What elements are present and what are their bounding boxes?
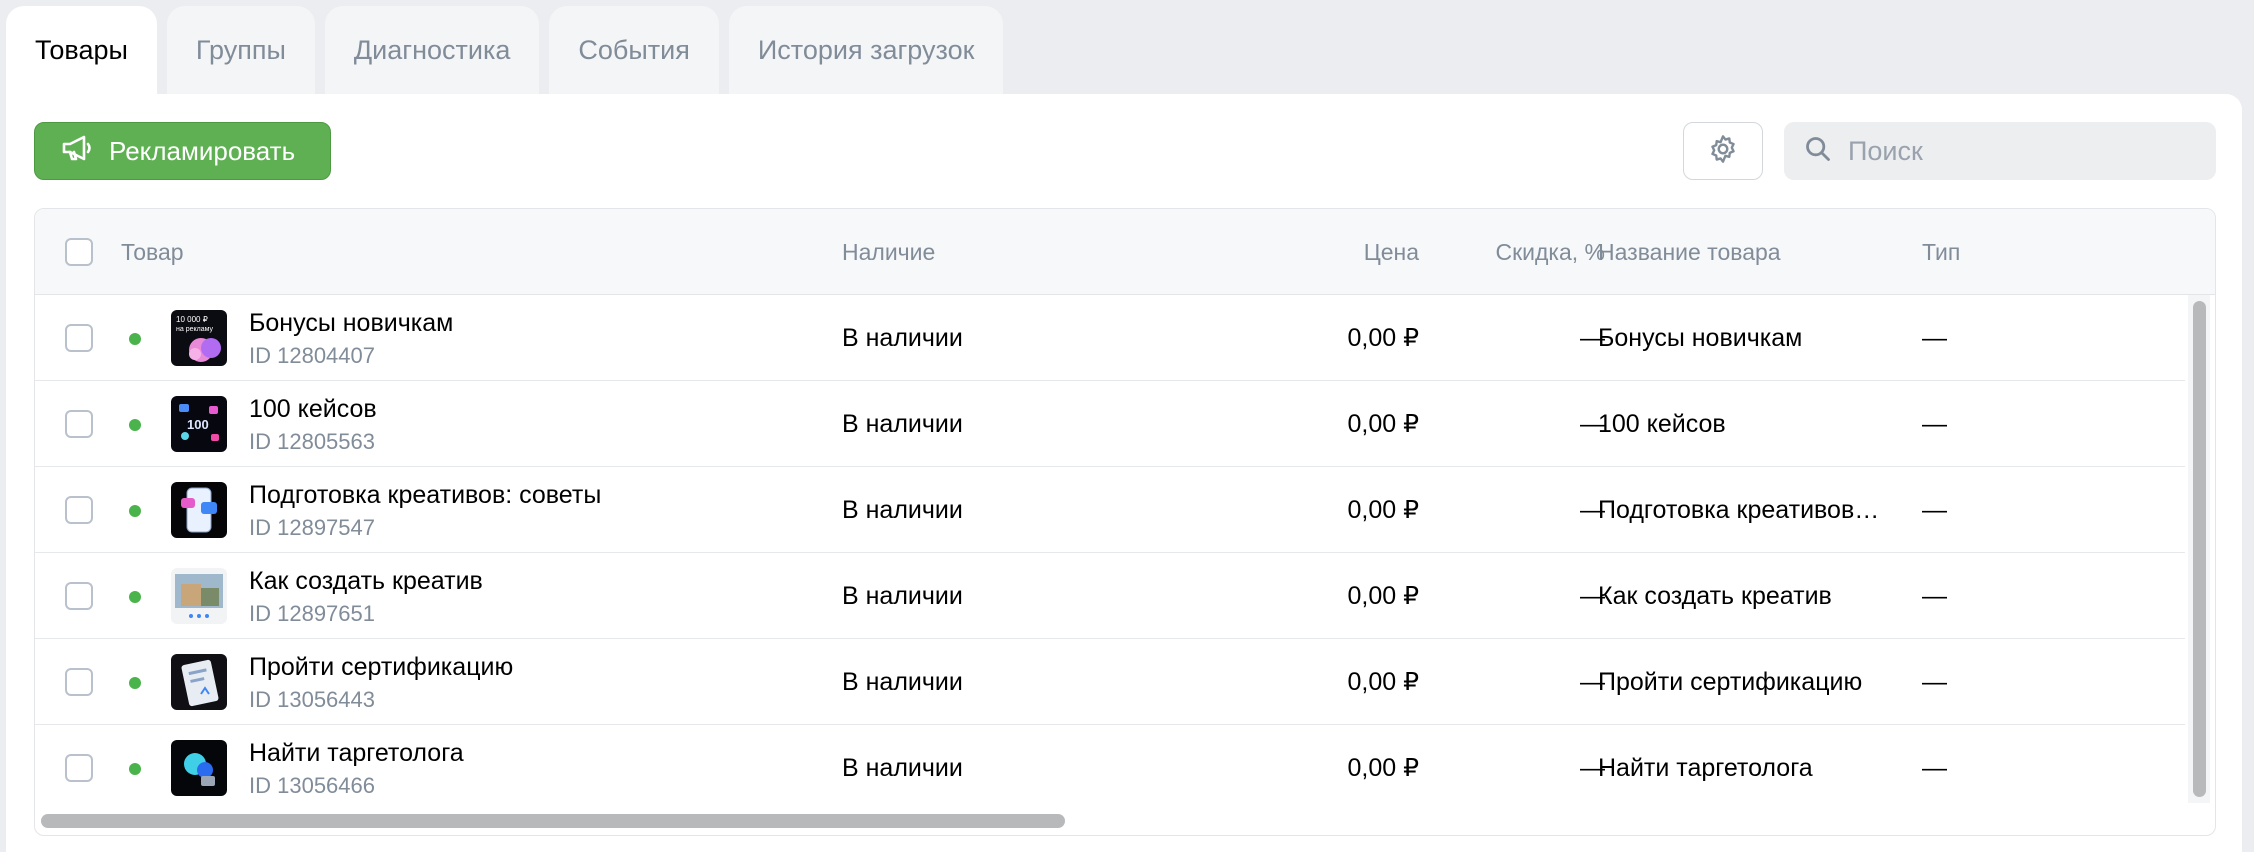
row-checkbox[interactable] xyxy=(65,754,93,782)
products-panel: Рекламировать Товар Наличие Цена Скидка,… xyxy=(6,94,2242,852)
availability-cell: В наличии xyxy=(842,409,963,438)
product-id: ID 13056443 xyxy=(249,687,375,712)
status-dot xyxy=(129,591,141,603)
product-name-cell: 100 кейсов xyxy=(1598,409,1726,438)
status-dot xyxy=(129,333,141,345)
horizontal-scrollbar-thumb[interactable] xyxy=(41,814,1065,828)
select-all-checkbox[interactable] xyxy=(65,238,93,266)
product-name[interactable]: Бонусы новичкам xyxy=(249,309,453,338)
promote-button[interactable]: Рекламировать xyxy=(34,122,331,180)
availability-cell: В наличии xyxy=(842,667,963,696)
vertical-scrollbar-thumb[interactable] xyxy=(2193,301,2206,797)
product-name-cell: Как создать креатив xyxy=(1598,581,1832,610)
row-checkbox[interactable] xyxy=(65,410,93,438)
product-name-cell: Найти таргетолога xyxy=(1598,753,1813,782)
product-thumbnail xyxy=(171,568,227,624)
product-id: ID 12804407 xyxy=(249,343,375,368)
discount-cell: — xyxy=(1580,495,1605,524)
row-checkbox[interactable] xyxy=(65,496,93,524)
search-input[interactable] xyxy=(1848,135,2188,167)
product-id: ID 12805563 xyxy=(249,429,375,454)
column-product-name[interactable]: Название товара xyxy=(1598,209,1781,295)
product-thumbnail: 100 xyxy=(171,396,227,452)
type-cell: — xyxy=(1922,581,1947,610)
product-thumbnail xyxy=(171,482,227,538)
column-product[interactable]: Товар xyxy=(121,209,184,295)
tab-diagnostics[interactable]: Диагностика xyxy=(324,6,540,94)
discount-cell: — xyxy=(1580,753,1605,782)
table-row[interactable]: Как создать креатив ID 12897651 В наличи… xyxy=(35,553,2185,639)
product-id: ID 12897651 xyxy=(249,601,375,626)
search-box xyxy=(1784,122,2216,180)
discount-cell: — xyxy=(1580,323,1605,352)
column-price[interactable]: Цена xyxy=(1135,209,1419,295)
product-name[interactable]: Подготовка креативов: советы xyxy=(249,481,601,510)
table-row[interactable]: 10 000 ₽ на рекламу Бонусы новичкам ID 1… xyxy=(35,295,2185,381)
price-cell: 0,00 ₽ xyxy=(1347,582,1419,610)
column-type[interactable]: Тип xyxy=(1922,209,1960,295)
product-name[interactable]: Найти таргетолога xyxy=(249,739,464,768)
table-row[interactable]: Подготовка креативов: советы ID 12897547… xyxy=(35,467,2185,553)
price-cell: 0,00 ₽ xyxy=(1347,668,1419,696)
availability-cell: В наличии xyxy=(842,323,963,352)
price-cell: 0,00 ₽ xyxy=(1347,754,1419,782)
price-cell: 0,00 ₽ xyxy=(1347,496,1419,524)
product-thumbnail xyxy=(171,740,227,796)
tab-groups[interactable]: Группы xyxy=(166,6,315,94)
status-dot xyxy=(129,677,141,689)
gear-icon xyxy=(1707,133,1739,170)
tab-products[interactable]: Товары xyxy=(6,6,157,94)
table-header: Товар Наличие Цена Скидка, % Название то… xyxy=(35,209,2215,295)
availability-cell: В наличии xyxy=(842,581,963,610)
product-name-cell: Подготовка креативов… xyxy=(1598,496,1880,524)
status-dot xyxy=(129,505,141,517)
product-thumbnail: 10 000 ₽ на рекламу xyxy=(171,310,227,366)
product-name-cell: Бонусы новичкам xyxy=(1598,323,1803,352)
column-discount[interactable]: Скидка, % xyxy=(1435,209,1605,295)
product-id: ID 13056466 xyxy=(249,773,375,798)
product-name[interactable]: Пройти сертификацию xyxy=(249,653,513,682)
price-cell: 0,00 ₽ xyxy=(1347,410,1419,438)
row-checkbox[interactable] xyxy=(65,324,93,352)
thumbnail-text-line-2: на рекламу xyxy=(176,326,213,333)
availability-cell: В наличии xyxy=(842,495,963,524)
row-checkbox[interactable] xyxy=(65,582,93,610)
column-availability[interactable]: Наличие xyxy=(842,209,935,295)
discount-cell: — xyxy=(1580,409,1605,438)
table-row[interactable]: Пройти сертификацию ID 13056443 В наличи… xyxy=(35,639,2185,725)
status-dot xyxy=(129,419,141,431)
tab-upload-history[interactable]: История загрузок xyxy=(728,6,1004,94)
discount-cell: — xyxy=(1580,667,1605,696)
search-icon xyxy=(1804,135,1832,168)
type-cell: — xyxy=(1922,667,1947,696)
tab-bar: Товары Группы Диагностика События Истори… xyxy=(6,6,1004,94)
discount-cell: — xyxy=(1580,581,1605,610)
status-dot xyxy=(129,763,141,775)
table-row[interactable]: 100 100 кейсов ID 12805563 В наличии 0,0… xyxy=(35,381,2185,467)
type-cell: — xyxy=(1922,753,1947,782)
availability-cell: В наличии xyxy=(842,753,963,782)
promote-button-label: Рекламировать xyxy=(109,135,296,166)
product-name-cell: Пройти сертификацию xyxy=(1598,667,1863,696)
row-checkbox[interactable] xyxy=(65,668,93,696)
table-row[interactable]: Найти таргетолога ID 13056466 В наличии … xyxy=(35,725,2185,811)
products-table: Товар Наличие Цена Скидка, % Название то… xyxy=(34,208,2216,836)
product-id: ID 12897547 xyxy=(249,515,375,540)
megaphone-icon xyxy=(61,133,95,170)
product-thumbnail xyxy=(171,654,227,710)
product-name[interactable]: Как создать креатив xyxy=(249,567,483,596)
tab-events[interactable]: События xyxy=(549,6,719,94)
type-cell: — xyxy=(1922,495,1947,524)
settings-button[interactable] xyxy=(1683,122,1763,180)
thumbnail-text-line-1: 10 000 ₽ xyxy=(176,315,208,324)
price-cell: 0,00 ₽ xyxy=(1347,324,1419,352)
thumbnail-text: 100 xyxy=(187,417,209,432)
product-name[interactable]: 100 кейсов xyxy=(249,395,377,424)
type-cell: — xyxy=(1922,323,1947,352)
type-cell: — xyxy=(1922,409,1947,438)
